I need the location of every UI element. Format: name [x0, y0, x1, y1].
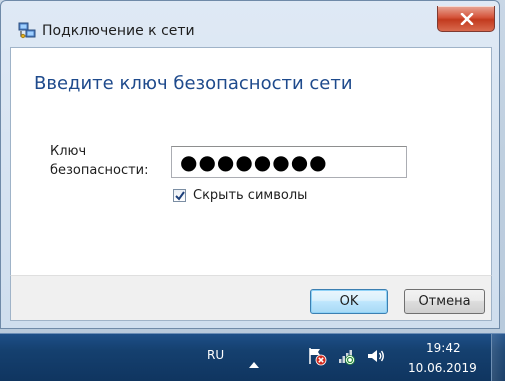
network-connect-window: Подключение к сети Введите ключ безопасн… — [0, 0, 500, 329]
security-key-label-line1: Ключ — [50, 144, 87, 159]
volume-icon[interactable] — [366, 346, 386, 370]
network-icon — [18, 22, 36, 40]
network-status-icon[interactable] — [337, 346, 357, 370]
security-key-input[interactable]: ●●●●●●●● — [171, 146, 407, 178]
dialog-heading: Введите ключ безопасности сети — [34, 73, 353, 94]
ok-button[interactable]: OK — [310, 289, 388, 314]
checkmark-icon — [175, 191, 185, 201]
close-button[interactable] — [437, 6, 495, 32]
security-key-label: Ключ безопасности: — [50, 142, 170, 180]
security-key-label-line2: безопасности: — [50, 163, 149, 178]
dialog-content: Введите ключ безопасности сети Ключ безо… — [10, 47, 492, 275]
cancel-button[interactable]: Отмена — [404, 289, 485, 314]
language-indicator[interactable]: RU — [207, 348, 224, 362]
clock-time[interactable]: 19:42 — [426, 341, 461, 355]
triangle-up-icon — [249, 362, 259, 368]
dialog-footer: OK Отмена — [10, 275, 492, 321]
show-hidden-icons-button[interactable] — [249, 353, 259, 372]
show-desktop-button[interactable] — [491, 334, 505, 381]
action-center-icon[interactable] — [307, 346, 327, 370]
hide-characters-label: Скрыть символы — [193, 188, 308, 203]
hide-characters-checkbox[interactable] — [173, 189, 186, 202]
title-bar[interactable]: Подключение к сети — [1, 1, 499, 47]
clock-date[interactable]: 10.06.2019 — [408, 361, 477, 375]
close-icon — [460, 13, 474, 25]
window-title: Подключение к сети — [42, 23, 195, 39]
taskbar: RU 19:42 10.06.2019 — [0, 333, 505, 381]
